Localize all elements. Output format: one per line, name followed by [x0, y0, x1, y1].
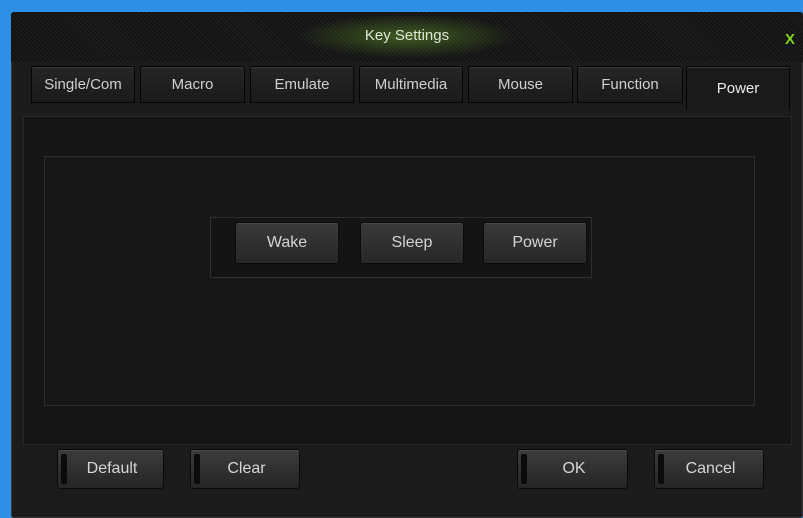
power-options-panel	[44, 156, 755, 406]
tab-single-com[interactable]: Single/Com	[31, 66, 135, 103]
ok-button-label: OK	[562, 460, 586, 477]
tab-multimedia[interactable]: Multimedia	[359, 66, 463, 103]
sleep-button[interactable]: Sleep	[360, 222, 464, 264]
ok-button[interactable]: OK	[517, 449, 628, 489]
clear-button-label: Clear	[227, 460, 266, 477]
wake-button[interactable]: Wake	[235, 222, 339, 264]
clear-button[interactable]: Clear	[190, 449, 300, 489]
tab-power[interactable]: Power	[686, 66, 790, 110]
close-icon[interactable]: X	[785, 31, 795, 48]
dialog-title: Key Settings	[364, 27, 450, 44]
tab-mouse[interactable]: Mouse	[468, 66, 573, 103]
cancel-button[interactable]: Cancel	[654, 449, 764, 489]
title-bar: Key Settings X	[11, 12, 803, 62]
default-button[interactable]: Default	[57, 449, 164, 489]
power-button[interactable]: Power	[483, 222, 587, 264]
cancel-button-label: Cancel	[685, 460, 736, 477]
tab-emulate[interactable]: Emulate	[250, 66, 354, 103]
tab-macro[interactable]: Macro	[140, 66, 245, 103]
tab-function[interactable]: Function	[577, 66, 683, 103]
default-button-label: Default	[86, 460, 138, 477]
